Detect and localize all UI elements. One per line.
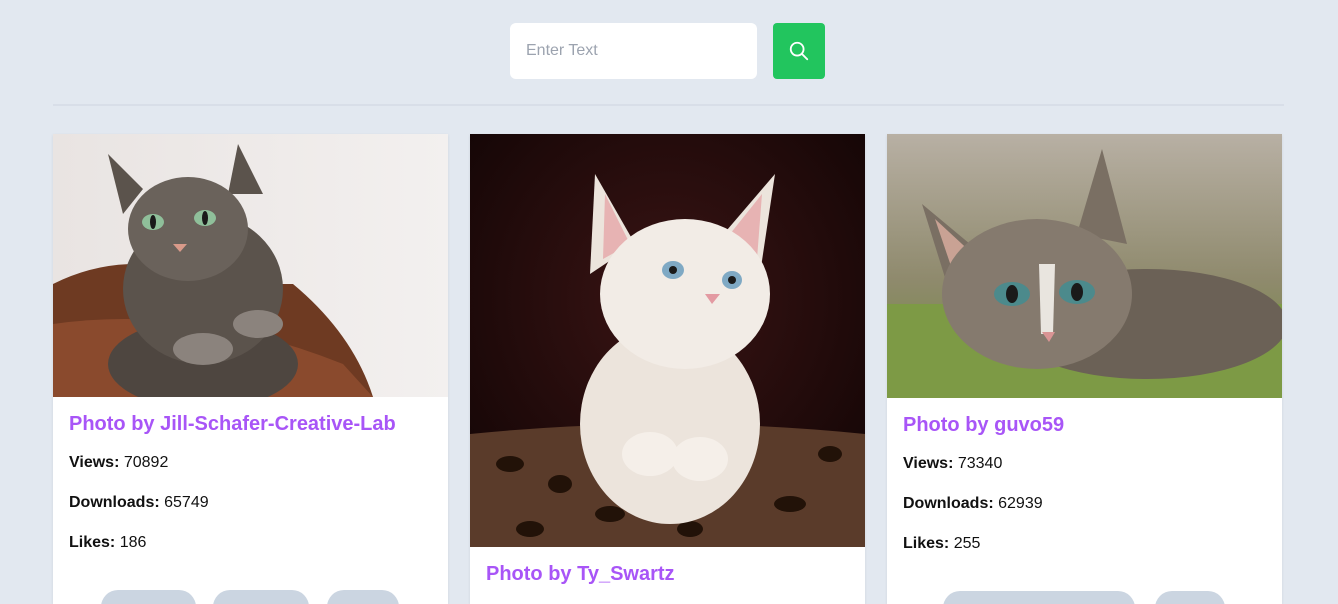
tag-chip[interactable] [943, 591, 1135, 604]
search-button[interactable] [773, 23, 825, 79]
cat-photo[interactable] [887, 134, 1282, 398]
cat-photo[interactable] [470, 134, 865, 547]
photo-card: Photo by Jill-Schafer-Creative-Lab Views… [53, 134, 448, 604]
likes-stat: Likes: 255 [903, 535, 981, 552]
tag-chip[interactable] [101, 590, 196, 604]
search-icon [789, 41, 809, 61]
downloads-stat: Downloads: 65749 [69, 494, 209, 511]
views-stat: Views: 70892 [69, 454, 169, 471]
tag-chip[interactable] [213, 590, 309, 604]
cat-photo[interactable] [53, 134, 448, 397]
likes-stat: Likes: 186 [69, 534, 147, 551]
views-stat: Views: 73340 [903, 455, 1003, 472]
photo-card: Photo by guvo59 Views: 73340 Downloads: … [887, 134, 1282, 604]
photo-card: Photo by Ty_Swartz [470, 134, 865, 604]
downloads-stat: Downloads: 62939 [903, 495, 1043, 512]
tag-list [903, 575, 1266, 604]
tag-list [69, 574, 432, 604]
photo-author[interactable]: Photo by Ty_Swartz [486, 563, 849, 586]
search-input[interactable] [510, 23, 757, 79]
tag-chip[interactable] [327, 590, 399, 604]
tag-chip[interactable] [1155, 591, 1225, 604]
photo-author[interactable]: Photo by Jill-Schafer-Creative-Lab [69, 413, 432, 436]
photo-author[interactable]: Photo by guvo59 [903, 414, 1266, 437]
